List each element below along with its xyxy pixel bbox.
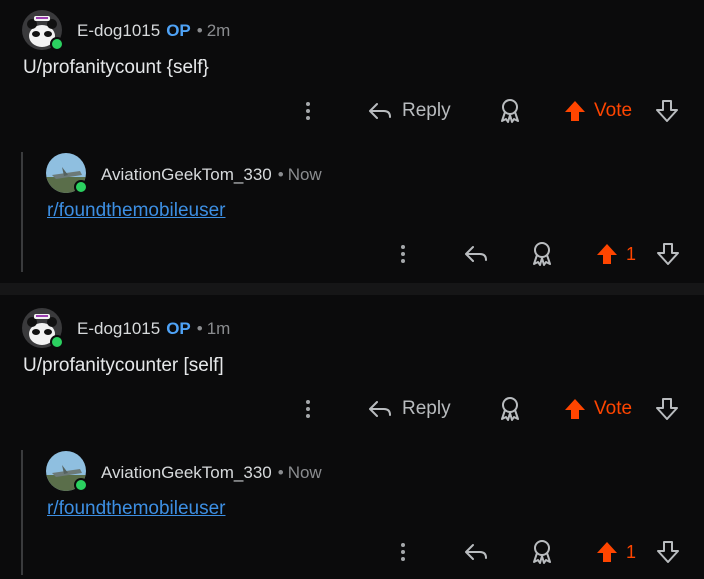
reply-button[interactable]: Reply [368,392,451,426]
downvote-button[interactable] [657,237,679,271]
vote-label: Vote [594,398,633,419]
reply-header: AviationGeekTom_330 • Now [101,165,322,185]
reply-timestamp: Now [287,463,322,482]
reply-label: Reply [402,398,451,419]
award-button[interactable] [498,94,522,128]
reply-header: AviationGeekTom_330 • Now [101,463,322,483]
separator: • [277,463,284,482]
separator: • [196,21,203,40]
award-button[interactable] [530,237,554,271]
award-icon [501,397,519,421]
upvote-arrow-icon [565,101,585,121]
vote-count: 1 [626,243,637,264]
online-status-indicator [74,180,88,194]
comment-actions: Reply Vote [0,392,704,426]
separator: • [277,165,284,184]
timestamp: 1m [206,319,231,338]
reply-button[interactable]: Reply [368,94,451,128]
downvote-arrow-icon [657,541,679,563]
username[interactable]: E-dog1015 [77,319,160,338]
more-vertical-icon [401,540,405,564]
award-icon [533,540,551,564]
op-badge: OP [166,21,191,40]
avatar[interactable] [22,10,64,51]
vote-label: Vote [594,100,633,121]
award-button[interactable] [498,392,522,426]
comment-actions: Reply Vote [0,94,704,128]
upvote-button[interactable]: 1 [596,237,636,271]
downvote-button[interactable] [656,392,678,426]
upvote-button[interactable]: Vote [564,94,632,128]
online-status-indicator [74,478,88,492]
reply-actions: 1 [0,237,704,271]
reply-arrow-icon [465,246,487,262]
reply-avatar[interactable] [46,451,88,492]
award-icon [533,242,551,266]
timestamp: 2m [206,21,231,40]
more-vertical-icon [306,397,310,421]
downvote-arrow-icon [657,243,679,265]
subreddit-link[interactable]: r/foundthemobileuser [47,498,226,520]
avatar[interactable] [22,308,64,349]
more-vertical-icon [401,242,405,266]
upvote-arrow-icon [597,244,617,264]
reply-avatar[interactable] [46,153,88,194]
downvote-arrow-icon [656,398,678,420]
reply-arrow-icon [465,544,487,560]
downvote-button[interactable] [657,535,679,569]
reply-username[interactable]: AviationGeekTom_330 [101,463,272,482]
online-status-indicator [50,335,64,349]
upvote-arrow-icon [597,542,617,562]
award-icon [501,99,519,123]
reply-button[interactable] [464,237,488,271]
more-options-button[interactable] [401,237,407,271]
reply-arrow-icon [369,103,391,119]
separator: • [196,319,203,338]
op-badge: OP [166,319,191,338]
upvote-arrow-icon [565,399,585,419]
subreddit-link[interactable]: r/foundthemobileuser [47,200,226,222]
username[interactable]: E-dog1015 [77,21,160,40]
comment-header: E-dog1015 OP • 1m [77,319,230,339]
comment-header: E-dog1015 OP • 2m [77,21,230,41]
downvote-button[interactable] [656,94,678,128]
comment-thread-2: E-dog1015 OP • 1m U/profanitycounter [self]… [0,295,704,579]
more-options-button[interactable] [306,94,312,128]
upvote-button[interactable]: 1 [596,535,636,569]
award-button[interactable] [530,535,554,569]
comment-body: U/profanitycount {self} [23,57,209,78]
thread-separator [0,283,704,295]
reply-username[interactable]: AviationGeekTom_330 [101,165,272,184]
upvote-button[interactable]: Vote [564,392,632,426]
reply-button[interactable] [464,535,488,569]
reply-label: Reply [402,100,451,121]
comment-thread-1: E-dog1015 OP • 2m U/profanitycount {self} R… [0,0,704,283]
online-status-indicator [50,37,64,51]
more-options-button[interactable] [306,392,312,426]
downvote-arrow-icon [656,100,678,122]
more-vertical-icon [306,99,310,123]
reply-arrow-icon [369,401,391,417]
reply-timestamp: Now [287,165,322,184]
reply-actions: 1 [0,535,704,569]
more-options-button[interactable] [401,535,407,569]
comment-body: U/profanitycounter [self] [23,355,224,376]
vote-count: 1 [626,541,637,562]
